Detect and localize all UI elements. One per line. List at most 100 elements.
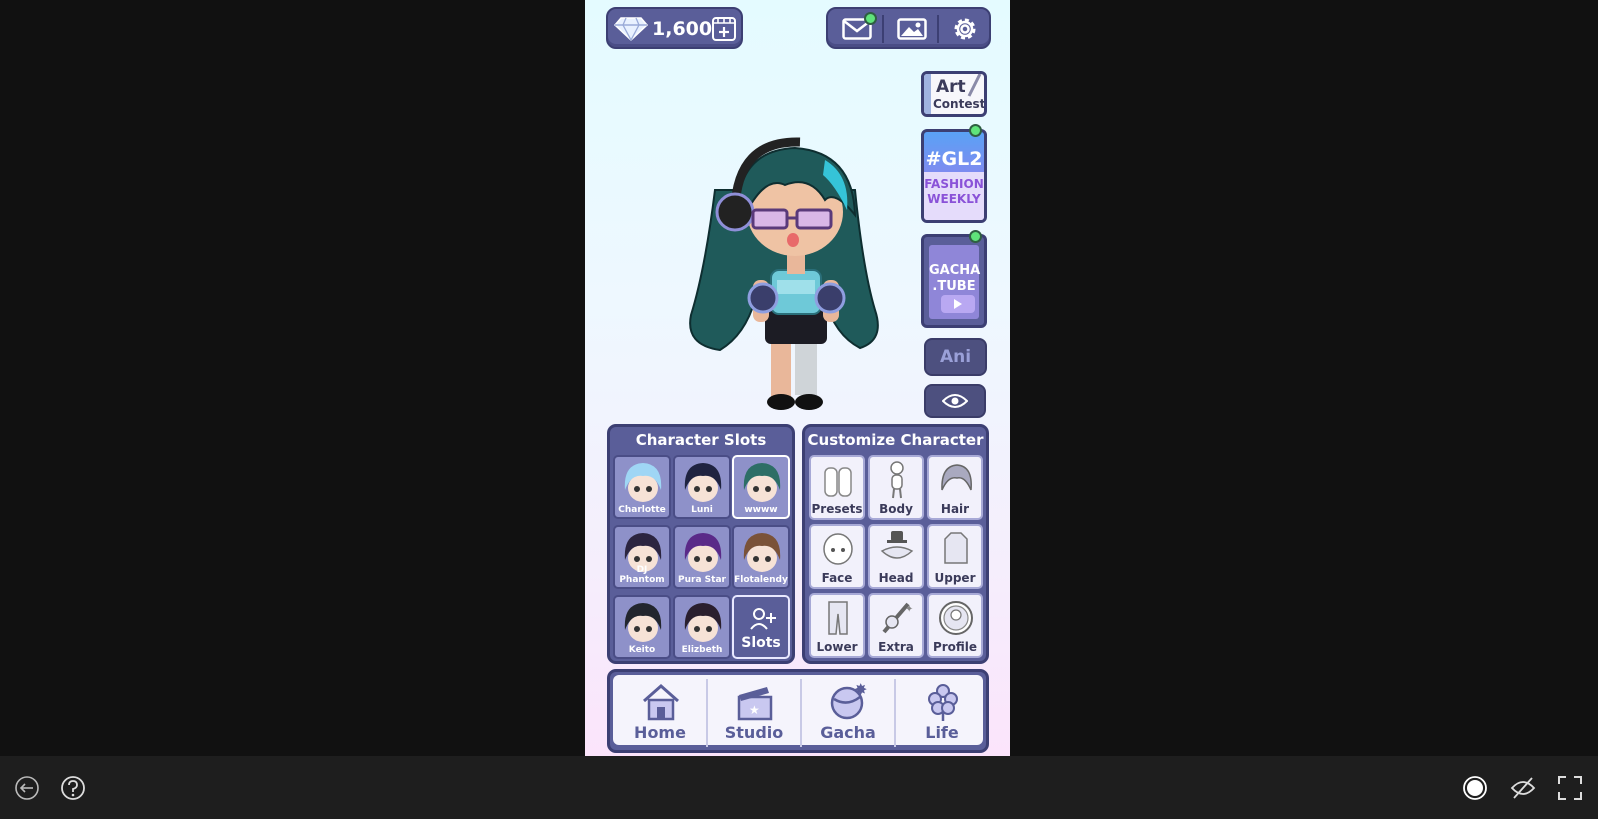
- nav-label: Life: [925, 723, 959, 742]
- add-slot-button[interactable]: Slots: [732, 595, 790, 659]
- slot-name: DJ Phantom: [619, 565, 665, 585]
- customize-label: Head: [878, 571, 914, 585]
- art-contest-button[interactable]: Art Contest: [921, 71, 987, 117]
- character-avatar: [624, 463, 662, 502]
- svg-text:✦: ✦: [905, 604, 913, 615]
- nav-divider: [800, 679, 802, 747]
- character-preview[interactable]: [685, 130, 885, 420]
- customize-label: Extra: [878, 640, 914, 654]
- head-icon: [880, 531, 914, 559]
- nav-label: Studio: [724, 723, 784, 742]
- record-icon[interactable]: [1461, 774, 1489, 802]
- ani-label: Ani: [939, 347, 972, 367]
- customize-profile-button[interactable]: Profile: [927, 593, 983, 658]
- customize-label: Upper: [934, 571, 976, 585]
- customize-label: Profile: [932, 640, 978, 654]
- customize-label: Body: [879, 502, 913, 516]
- slot-name: Elizbeth: [681, 645, 723, 655]
- gl2-notification-dot: [969, 124, 982, 137]
- bottom-navigation: Home ★ Studio ✸ Gacha Life: [607, 669, 989, 753]
- diamond-icon: [614, 17, 648, 41]
- slot-name: Luni: [691, 505, 713, 515]
- divider: [882, 15, 884, 43]
- profile-icon: [939, 601, 973, 635]
- character-slot[interactable]: wwww: [732, 455, 790, 519]
- character-avatar: [684, 603, 722, 642]
- nav-studio[interactable]: ★ Studio: [707, 675, 801, 745]
- gl2-fashion-weekly-button[interactable]: #GL2 FASHION WEEKLY: [921, 129, 987, 223]
- studio-icon: ★: [737, 687, 773, 721]
- character-slots-panel: Character Slots Charlotte Luni wwww DJ Phan…: [607, 424, 795, 664]
- customize-head-button[interactable]: Head: [868, 524, 924, 589]
- top-button-group: [826, 7, 991, 49]
- character-slot[interactable]: DJ Phantom: [613, 525, 671, 589]
- customize-label: Hair: [940, 502, 970, 516]
- nav-divider: [894, 679, 896, 747]
- character-slot[interactable]: Keito: [613, 595, 671, 659]
- character-avatar: [684, 533, 722, 572]
- art-contest-line2: Contest: [933, 97, 986, 111]
- eye-icon: [942, 394, 968, 408]
- customize-lower-button[interactable]: Lower: [809, 593, 865, 658]
- gl2-tag: #GL2: [925, 148, 983, 170]
- customize-extra-button[interactable]: ✦ Extra: [868, 593, 924, 658]
- divider: [937, 15, 939, 43]
- extra-icon: ✦: [882, 602, 913, 634]
- character-avatar: [624, 603, 662, 642]
- nav-label: Home: [634, 723, 686, 742]
- upper-icon: [944, 532, 968, 564]
- gacha-label: GACHA: [929, 263, 981, 278]
- image-icon: [897, 18, 927, 40]
- nav-gacha[interactable]: ✸ Gacha: [801, 675, 895, 745]
- ani-button[interactable]: Ani: [924, 338, 987, 376]
- presets-icon: [824, 467, 852, 497]
- slot-name: Pura Star: [678, 575, 726, 585]
- hair-icon: [941, 464, 972, 491]
- customize-label: Presets: [811, 502, 863, 516]
- slot-name: Flotalendy: [734, 575, 788, 585]
- nav-home[interactable]: Home: [613, 675, 707, 745]
- lower-icon: [828, 601, 848, 635]
- settings-button[interactable]: [940, 13, 990, 45]
- character-slot[interactable]: Pura Star: [673, 525, 731, 589]
- add-user-icon: [750, 608, 776, 630]
- nav-divider: [706, 679, 708, 747]
- visibility-toggle-button[interactable]: [924, 384, 986, 418]
- customize-body-button[interactable]: Body: [868, 455, 924, 520]
- nav-label: Gacha: [820, 723, 876, 742]
- mute-icon[interactable]: [1509, 774, 1537, 802]
- customize-character-title: Customize Character: [807, 431, 984, 449]
- gacha-tube-label: GACHA .TUBE: [929, 263, 981, 295]
- character-avatar: [743, 463, 781, 502]
- add-slot-label: Slots: [741, 635, 781, 651]
- character-slot[interactable]: Flotalendy: [732, 525, 790, 589]
- help-icon[interactable]: [59, 774, 87, 802]
- film-plus-icon[interactable]: [712, 17, 736, 41]
- customize-label: Face: [821, 571, 853, 585]
- character-slot[interactable]: Luni: [673, 455, 731, 519]
- game-screen: 1,600 Art Contest #GL2 FASHION WEEKLY GA…: [585, 0, 1010, 756]
- nav-life[interactable]: Life: [895, 675, 989, 745]
- character-slot[interactable]: Charlotte: [613, 455, 671, 519]
- character-avatar: [684, 463, 722, 502]
- customize-upper-button[interactable]: Upper: [927, 524, 983, 589]
- character-slot[interactable]: Elizbeth: [673, 595, 731, 659]
- emulator-toolbar: [0, 756, 1598, 819]
- fullscreen-icon[interactable]: [1556, 774, 1584, 802]
- play-button: [941, 295, 975, 313]
- customize-presets-button[interactable]: Presets: [809, 455, 865, 520]
- slot-name: Keito: [628, 645, 656, 655]
- currency-display: 1,600: [606, 7, 743, 49]
- play-icon: [954, 299, 962, 309]
- art-contest-line1: Art: [936, 77, 966, 97]
- customize-face-button[interactable]: Face: [809, 524, 865, 589]
- gallery-button[interactable]: [887, 13, 937, 45]
- customize-label: Lower: [816, 640, 858, 654]
- character-avatar: [743, 533, 781, 572]
- slot-name: wwww: [744, 505, 778, 515]
- customize-hair-button[interactable]: Hair: [927, 455, 983, 520]
- gacha-tube-button[interactable]: GACHA .TUBE: [921, 234, 987, 328]
- notebook-spine: [924, 74, 931, 114]
- back-icon[interactable]: [13, 774, 41, 802]
- face-icon: [823, 533, 853, 565]
